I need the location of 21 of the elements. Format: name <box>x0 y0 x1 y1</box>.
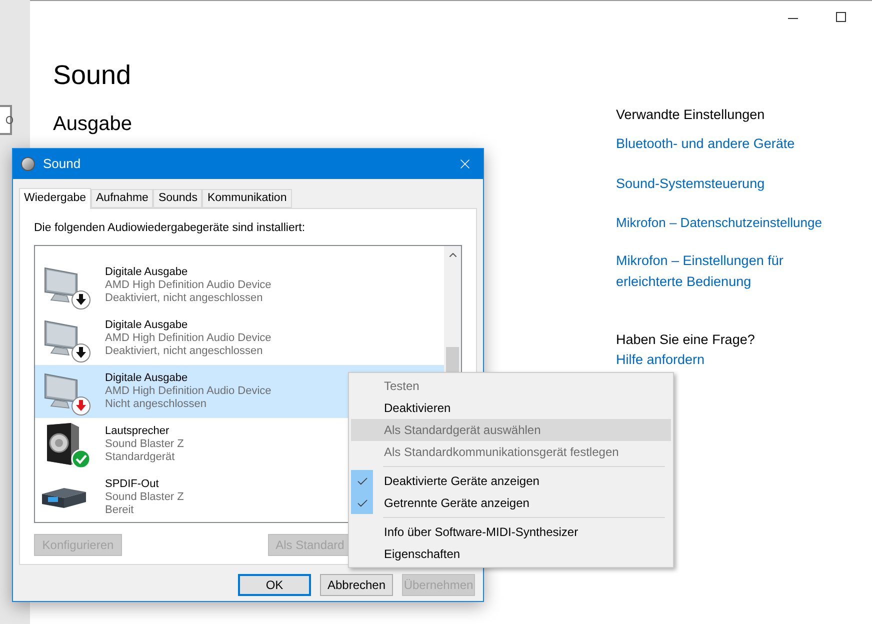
device-name: Digitale Ausgabe <box>105 266 189 280</box>
instruction-text: Die folgenden Audiowiedergabegeräte sind installiert: <box>34 221 306 236</box>
device-driver: Sound Blaster Z <box>105 491 184 504</box>
device-status: Deaktiviert, nicht angeschlossen <box>105 345 264 358</box>
device-driver: AMD High Definition Audio Device <box>105 385 272 398</box>
device-status: Nicht angeschlossen <box>105 398 208 412</box>
device-status: Bereit <box>105 504 135 518</box>
device-name: Lautsprecher <box>105 425 170 438</box>
device-driver: AMD High Definition Audio Device <box>105 332 272 346</box>
device-name: SPDIF-Out <box>105 478 160 492</box>
related-heading: Verwandte Einstellungen <box>616 106 765 124</box>
device-name: Digitale Ausgabe <box>105 372 189 386</box>
device-status: Standardgerät <box>105 451 176 464</box>
device-driver: Sound Blaster Z <box>105 438 184 452</box>
page-title: Sound <box>53 62 132 89</box>
section-heading: Ausgabe <box>53 114 133 134</box>
device-name: Digitale Ausgabe <box>105 319 189 332</box>
dialog-title: Sound <box>43 155 82 174</box>
device-driver: AMD High Definition Audio Device <box>105 279 272 292</box>
help-heading: Haben Sie eine Frage? <box>616 330 755 349</box>
device-status: Deaktiviert, nicht angeschlossen <box>105 292 264 306</box>
